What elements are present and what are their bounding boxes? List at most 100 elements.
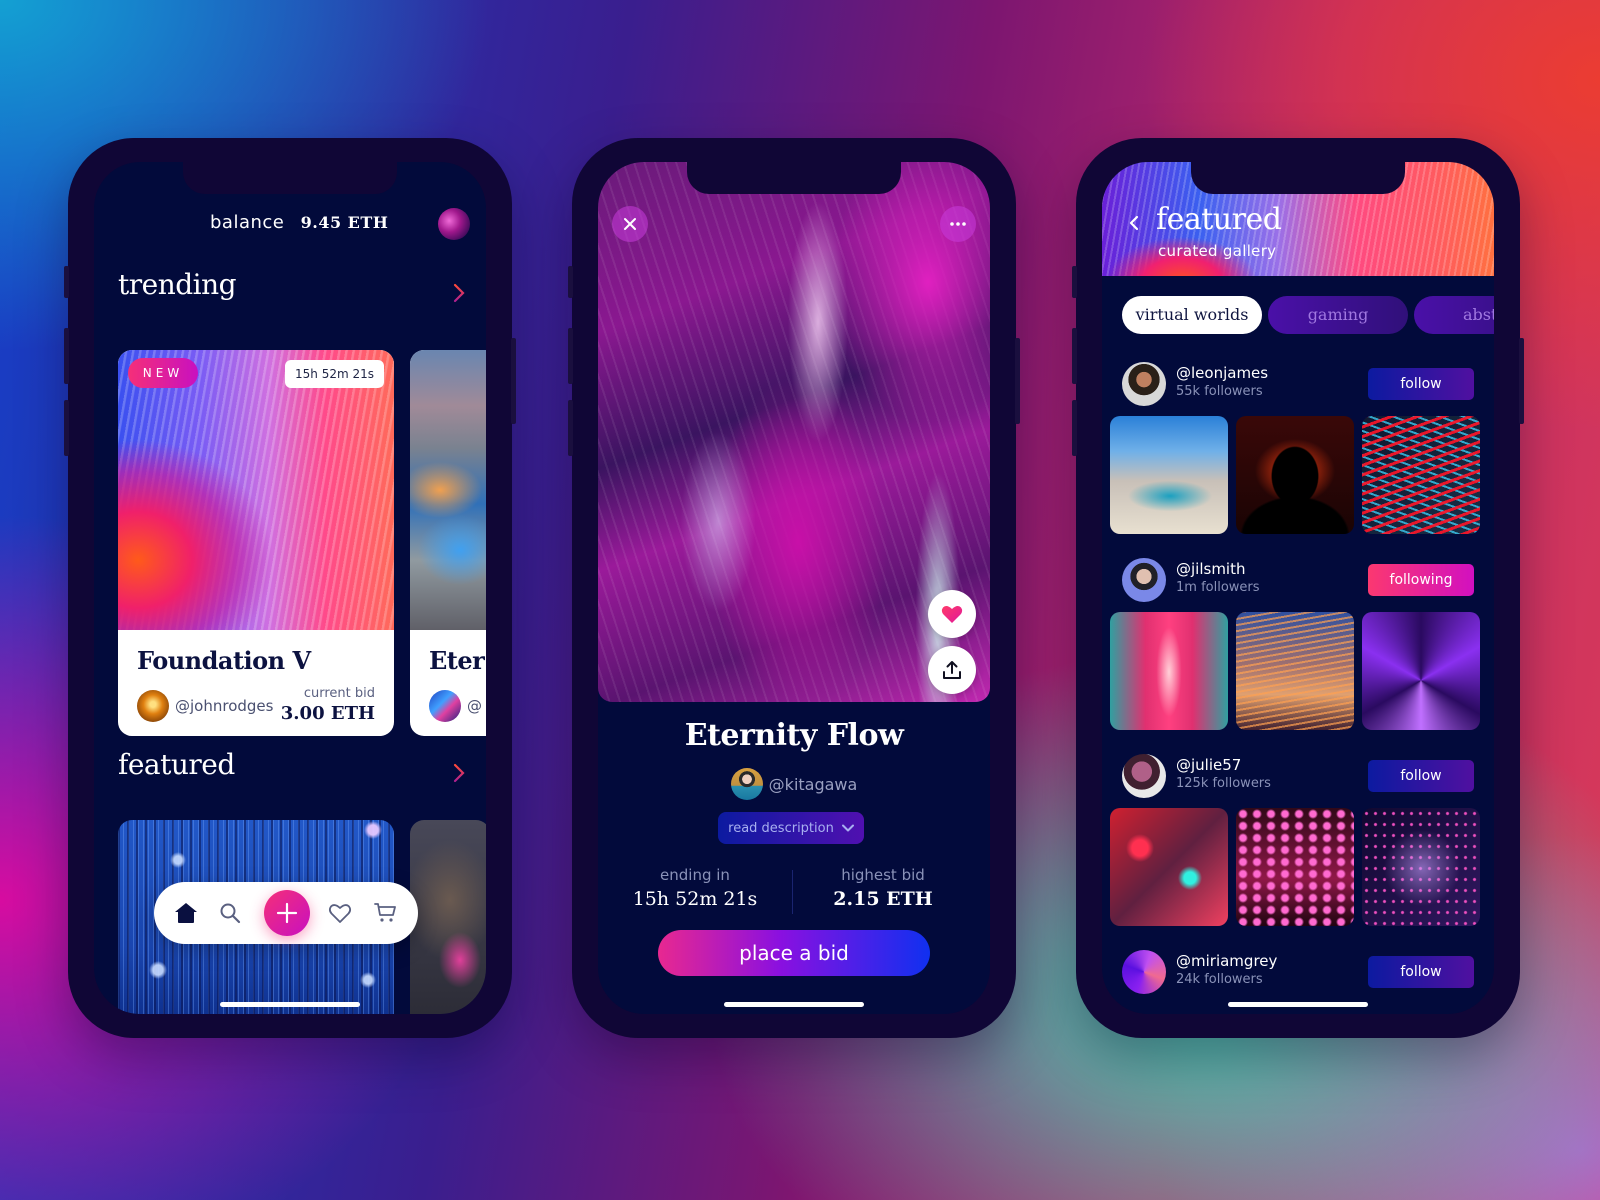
creator-avatar[interactable] xyxy=(1122,362,1166,406)
creator-handle: @ xyxy=(467,697,482,715)
trending-card[interactable]: NEW 15h 52m 21s Foundation V @johnrodges… xyxy=(118,350,394,736)
power-button xyxy=(511,338,516,424)
volume-down-button xyxy=(1072,400,1077,456)
gallery-thumbnail[interactable] xyxy=(1236,416,1354,534)
balance-label: balance xyxy=(210,212,285,233)
stats-divider xyxy=(792,870,793,914)
creator-avatar xyxy=(730,768,763,800)
phone-featured-gallery: featured curated gallery virtual worlds … xyxy=(1072,138,1524,1038)
detail-screen: Eternity Flow @kitagawa read description… xyxy=(598,162,990,1014)
follow-button[interactable]: follow xyxy=(1368,760,1474,792)
trending-card[interactable]: Eter @ xyxy=(410,350,486,736)
creator-row: @leonjames 55k followers follow xyxy=(1122,362,1474,406)
back-chevron-icon[interactable] xyxy=(1128,214,1140,232)
highest-bid-label: highest bid xyxy=(841,866,925,884)
page-title: featured xyxy=(1156,202,1282,237)
gallery-thumbnail[interactable] xyxy=(1110,612,1228,730)
creator-handle: @johnrodges xyxy=(175,697,274,715)
home-indicator[interactable] xyxy=(724,1002,864,1007)
more-icon xyxy=(950,222,966,226)
creator-avatar[interactable] xyxy=(1122,754,1166,798)
volume-up-button xyxy=(1072,328,1077,384)
follow-button[interactable]: follow xyxy=(1368,368,1474,400)
home-indicator[interactable] xyxy=(1228,1002,1368,1007)
nav-home[interactable] xyxy=(166,882,206,944)
add-button[interactable] xyxy=(264,890,310,936)
follower-count: 24k followers xyxy=(1176,972,1263,987)
follow-button[interactable]: follow xyxy=(1368,956,1474,988)
gallery-thumbnail[interactable] xyxy=(1362,416,1480,534)
current-bid: current bid 3.00 ETH xyxy=(281,686,375,724)
gallery-screen: featured curated gallery virtual worlds … xyxy=(1102,162,1494,1014)
like-button[interactable] xyxy=(928,590,976,638)
power-button xyxy=(1519,338,1524,424)
close-button[interactable] xyxy=(612,206,648,242)
home-screen: balance 9.45 ETH trending NEW 15h 52m 21… xyxy=(94,162,486,1014)
follower-count: 1m followers xyxy=(1176,580,1260,595)
gallery-thumbnail[interactable] xyxy=(1110,416,1228,534)
creator-avatar xyxy=(137,690,169,722)
bid-value: 3.00 ETH xyxy=(280,703,375,724)
page-subtitle: curated gallery xyxy=(1158,242,1277,260)
balance-value: 9.45 ETH xyxy=(300,213,389,232)
ending-in-stat: ending in 15h 52m 21s xyxy=(620,866,770,910)
gallery-thumbnail[interactable] xyxy=(1236,808,1354,926)
nav-favorites[interactable] xyxy=(320,882,360,944)
artwork-title: Eter xyxy=(429,646,485,675)
tab-virtual-worlds[interactable]: virtual worlds xyxy=(1122,296,1262,334)
search-icon xyxy=(220,903,241,924)
cart-icon xyxy=(374,903,396,922)
trending-see-all-chevron-icon[interactable] xyxy=(452,282,466,304)
gallery-thumbnail[interactable] xyxy=(1236,612,1354,730)
volume-down-button xyxy=(568,400,573,456)
tab-gaming[interactable]: gaming xyxy=(1268,296,1408,334)
nav-search[interactable] xyxy=(210,882,250,944)
notch xyxy=(687,162,901,194)
category-tabs: virtual worlds gaming abstr xyxy=(1122,296,1494,334)
home-indicator[interactable] xyxy=(220,1002,360,1007)
gallery-thumbnail[interactable] xyxy=(1110,808,1228,926)
ending-label: ending in xyxy=(660,866,730,884)
creator-avatar[interactable] xyxy=(1122,950,1166,994)
creator-avatar[interactable] xyxy=(1122,558,1166,602)
mute-switch xyxy=(568,266,573,298)
nav-cart[interactable] xyxy=(366,882,406,944)
share-icon xyxy=(943,661,961,679)
phone-artwork-detail: Eternity Flow @kitagawa read description… xyxy=(568,138,1020,1038)
artwork-image: NEW 15h 52m 21s xyxy=(118,350,394,630)
gallery-thumbnail[interactable] xyxy=(1362,808,1480,926)
read-description-label: read description xyxy=(728,820,834,836)
following-button[interactable]: following xyxy=(1368,564,1474,596)
artwork-title: Foundation V xyxy=(137,646,311,675)
ending-value: 15h 52m 21s xyxy=(632,888,758,910)
auction-stats: ending in 15h 52m 21s highest bid 2.15 E… xyxy=(598,866,990,914)
creator-handle[interactable]: @jilsmith xyxy=(1176,560,1246,578)
bid-label: current bid xyxy=(303,686,375,701)
creator-row: @julie57 125k followers follow xyxy=(1122,754,1474,798)
share-button[interactable] xyxy=(928,646,976,694)
artwork-image xyxy=(410,350,486,630)
gallery-thumbnail[interactable] xyxy=(1362,612,1480,730)
highest-bid-value: 2.15 ETH xyxy=(833,888,933,910)
featured-see-all-chevron-icon[interactable] xyxy=(452,762,466,784)
creator[interactable]: @ xyxy=(429,690,482,722)
creator-handle[interactable]: @leonjames xyxy=(1176,364,1268,382)
creator[interactable]: @johnrodges xyxy=(137,690,273,722)
featured-card[interactable] xyxy=(410,820,486,1014)
plus-icon xyxy=(276,902,298,924)
volume-up-button xyxy=(568,328,573,384)
creator[interactable]: @kitagawa xyxy=(598,768,990,800)
follower-count: 125k followers xyxy=(1176,776,1271,791)
read-description-button[interactable]: read description xyxy=(718,812,864,844)
volume-down-button xyxy=(64,400,69,456)
creator-row: @miriamgrey 24k followers follow xyxy=(1122,950,1474,994)
phone-home: balance 9.45 ETH trending NEW 15h 52m 21… xyxy=(64,138,516,1038)
tab-abstract[interactable]: abstr xyxy=(1414,296,1494,334)
creator-gallery xyxy=(1110,416,1486,536)
place-bid-button[interactable]: place a bid xyxy=(658,930,930,976)
more-options-button[interactable] xyxy=(940,206,976,242)
profile-avatar[interactable] xyxy=(438,208,470,240)
highest-bid-stat: highest bid 2.15 ETH xyxy=(808,866,958,910)
creator-handle[interactable]: @julie57 xyxy=(1176,756,1241,774)
creator-handle[interactable]: @miriamgrey xyxy=(1176,952,1277,970)
